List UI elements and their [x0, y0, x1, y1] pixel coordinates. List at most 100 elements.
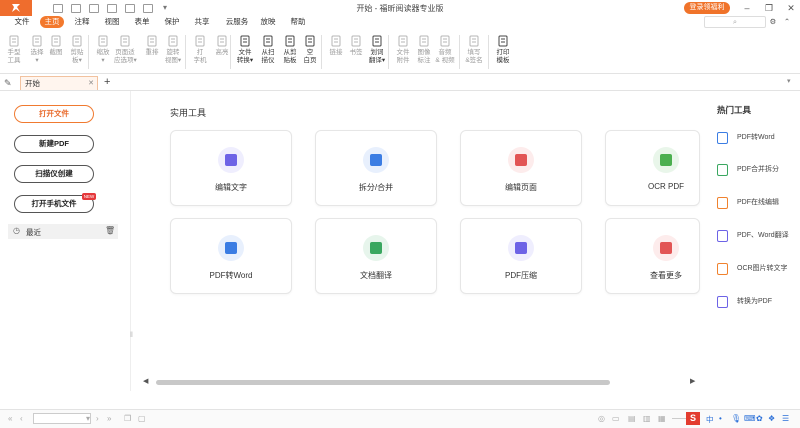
next-page-icon[interactable]: ›: [96, 414, 99, 423]
tab-edit-icon[interactable]: ✎: [4, 78, 12, 89]
ribbon-tool-clipboard[interactable]: 剪贴 板▾: [66, 35, 88, 64]
menu-home[interactable]: 主页: [40, 16, 64, 28]
save-icon[interactable]: [71, 4, 81, 13]
facing-icon[interactable]: ▥: [643, 414, 651, 423]
scroll-right-icon[interactable]: ▶: [690, 377, 695, 385]
trash-icon[interactable]: 🗑: [105, 226, 115, 235]
ribbon-tool-image-annotation[interactable]: 图像 标注: [413, 35, 435, 64]
ribbon-tool-link[interactable]: 链接: [325, 35, 347, 57]
menu-view[interactable]: 视图: [100, 16, 124, 28]
tab-start-label: 开始: [25, 79, 40, 88]
search-box[interactable]: ⌕: [704, 16, 766, 28]
ribbon-tool-fit-page[interactable]: 页面适 应选项▾: [114, 35, 137, 64]
ime-chinese-icon[interactable]: 中: [706, 414, 714, 425]
ribbon-tool-zoom[interactable]: 缩放 ▾: [92, 35, 114, 64]
clock-icon: ◷: [13, 226, 20, 235]
ribbon-tool-attachment[interactable]: 文件 附件: [392, 35, 414, 64]
hot-tools-title: 热门工具: [717, 105, 752, 115]
ribbon-tool-print-template[interactable]: 打印 模板: [492, 35, 514, 64]
tool-card-doc-translate[interactable]: 文档翻译: [315, 218, 437, 294]
scrollbar-thumb[interactable]: [156, 380, 610, 385]
ime-menu-icon[interactable]: ☰: [782, 414, 789, 423]
hot-tool-online-edit[interactable]: PDF在线编辑: [717, 196, 797, 210]
horizontal-scrollbar[interactable]: ◀ ▶: [140, 377, 700, 387]
hand-quick-icon[interactable]: [143, 4, 153, 13]
ribbon-tool-reflow[interactable]: 重排: [141, 35, 163, 57]
ime-logo-icon[interactable]: S: [686, 412, 700, 425]
ribbon-tool-file-convert[interactable]: 文件 转换▾: [234, 35, 256, 64]
single-page-icon[interactable]: ▭: [612, 414, 620, 423]
new-pdf-button[interactable]: 新建PDF: [14, 135, 94, 153]
customize-quick-access-icon[interactable]: ▾: [163, 3, 173, 12]
ribbon-tool-scanner[interactable]: 从扫 描仪: [257, 35, 279, 64]
last-page-icon[interactable]: »: [107, 414, 111, 423]
scan-create-button[interactable]: 扫描仪创建: [14, 165, 94, 183]
menu-cloud[interactable]: 云服务: [222, 16, 252, 28]
open-icon[interactable]: [53, 4, 63, 13]
page-number-input[interactable]: [33, 413, 91, 424]
tool-card-view-more[interactable]: 查看更多: [605, 218, 700, 294]
reading-mode-icon[interactable]: ◎: [598, 414, 605, 423]
ribbon-tool-typewriter[interactable]: 打 字机: [189, 35, 211, 64]
settings-icon[interactable]: ⚙: [768, 16, 778, 28]
prev-page-icon[interactable]: ‹: [20, 414, 23, 423]
hot-tool-convert-to-pdf[interactable]: 转换为PDF: [717, 295, 797, 309]
close-icon[interactable]: ✕: [784, 2, 798, 14]
menu-file[interactable]: 文件: [10, 16, 34, 28]
ime-punct-icon[interactable]: •: [719, 414, 722, 423]
hot-tool-pdf-to-word[interactable]: PDF转Word: [717, 131, 797, 145]
scroll-left-icon[interactable]: ◀: [143, 377, 148, 385]
ribbon-tool-audio-video[interactable]: 音频 & 视频: [434, 35, 456, 64]
tool-card-edit-text[interactable]: 编辑文字: [170, 130, 292, 206]
ribbon-collapse-icon[interactable]: ⌃: [782, 16, 792, 28]
ribbon-tool-translate[interactable]: 划词 翻译▾: [366, 35, 388, 64]
tool-card-ocr-pdf[interactable]: OCR PDF: [605, 130, 700, 206]
copy-page-icon[interactable]: ❐: [124, 414, 131, 423]
ribbon-tool-from-clipboard[interactable]: 从剪 贴板: [279, 35, 301, 64]
ribbon-tool-screenshot[interactable]: 截图: [45, 35, 67, 57]
maximize-icon[interactable]: ❐: [762, 2, 776, 14]
ime-keyboard-icon[interactable]: ⌨: [744, 414, 756, 423]
continuous-icon[interactable]: ▤: [628, 414, 636, 423]
tool-card-edit-page[interactable]: 编辑页面: [460, 130, 582, 206]
page-dropdown-icon[interactable]: ▾: [86, 414, 90, 423]
ribbon-tool-hand[interactable]: 手型 工具: [3, 35, 25, 64]
hot-tool-merge-split[interactable]: PDF合并拆分: [717, 163, 797, 177]
ribbon-tool-fill-sign[interactable]: 填写 &签名: [463, 35, 485, 64]
print-icon[interactable]: [89, 4, 99, 13]
hot-tool-label: PDF转Word: [737, 134, 775, 141]
login-reward-button[interactable]: 登录领福利: [684, 2, 730, 14]
hot-tool-ocr-image[interactable]: OCR图片转文字: [717, 262, 797, 276]
tool-card-pdf-compress[interactable]: PDF压缩: [460, 218, 582, 294]
tab-list-icon[interactable]: ▾: [787, 77, 791, 85]
minimize-icon[interactable]: –: [740, 2, 754, 14]
ribbon-tool-bookmark[interactable]: 书签: [345, 35, 367, 57]
undo-icon[interactable]: [107, 4, 117, 13]
open-file-button[interactable]: 打开文件: [14, 105, 94, 123]
tab-close-icon[interactable]: ✕: [88, 77, 94, 90]
panel-splitter[interactable]: ‖: [130, 332, 133, 339]
redo-icon[interactable]: [125, 4, 135, 13]
facing-continuous-icon[interactable]: ▦: [658, 414, 666, 423]
tab-start[interactable]: 开始 ✕: [20, 76, 98, 90]
online-edit-icon: [717, 197, 728, 209]
tool-card-pdf-to-word[interactable]: PDF转Word: [170, 218, 292, 294]
menu-share[interactable]: 共享: [190, 16, 214, 28]
page-view-icon[interactable]: ▢: [138, 414, 146, 423]
add-tab-button[interactable]: +: [104, 76, 110, 88]
menu-protect[interactable]: 保护: [160, 16, 184, 28]
menu-help[interactable]: 帮助: [286, 16, 310, 28]
ime-apps-icon[interactable]: ❖: [768, 414, 775, 423]
ribbon-tool-rotate[interactable]: 旋转 视图▾: [162, 35, 184, 64]
menu-form[interactable]: 表单: [130, 16, 154, 28]
first-page-icon[interactable]: «: [8, 414, 12, 423]
blank-page-icon: [304, 35, 316, 47]
ribbon-tool-blank-page[interactable]: 空 白页: [299, 35, 321, 64]
recent-section[interactable]: ◷ 最近 🗑: [8, 224, 118, 239]
hot-tool-translate[interactable]: PDF、Word翻译: [717, 229, 797, 243]
ime-skin-icon[interactable]: ✿: [756, 414, 763, 423]
menu-comment[interactable]: 注释: [70, 16, 94, 28]
menu-slideshow[interactable]: 放映: [256, 16, 280, 28]
tool-card-split-merge[interactable]: 拆分/合并: [315, 130, 437, 206]
ime-voice-icon[interactable]: 🎙: [731, 414, 741, 423]
